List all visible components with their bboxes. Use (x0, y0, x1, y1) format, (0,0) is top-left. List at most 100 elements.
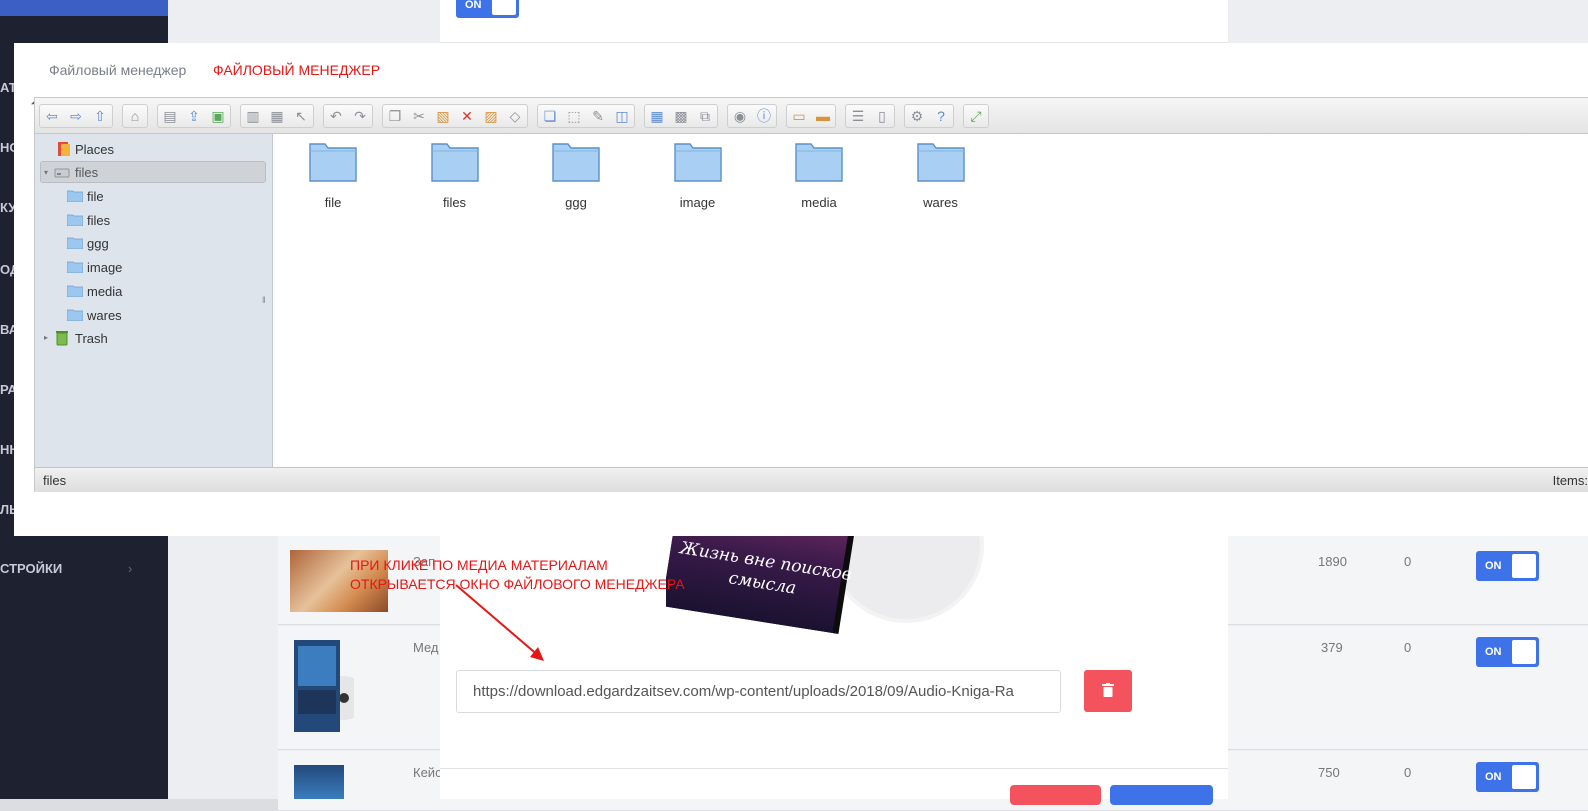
tab-file-manager[interactable]: Файловый менеджер (49, 62, 186, 78)
panel-splitter-handle[interactable]: ‖ (262, 295, 266, 305)
tree-item-folder[interactable]: ggg (35, 232, 273, 254)
folder-icon (673, 143, 722, 182)
tree-label: Places (75, 142, 115, 157)
product-price: 750 (1318, 765, 1340, 780)
preview-icon[interactable]: ◉ (728, 105, 752, 127)
tab-file-manager-active[interactable]: ФАЙЛОВЫЙ МЕНЕДЖЕР (213, 62, 380, 78)
sort-icon[interactable]: ▯ (870, 105, 894, 127)
info-icon[interactable]: ⓘ (752, 105, 776, 127)
status-path: files (43, 473, 67, 488)
tree-item-places[interactable]: Places (35, 138, 273, 160)
sidebar-item-settings[interactable]: СТРОЙКИ › (0, 561, 132, 576)
small-icons-icon[interactable]: ▩ (669, 105, 693, 127)
chevron-right-icon: › (128, 561, 133, 576)
product-title: Мед (413, 640, 439, 655)
toolbar-group: ⇦ ⇨ ⇧ (39, 104, 113, 128)
folder-item[interactable]: wares (901, 140, 981, 210)
folder-icon (67, 261, 83, 274)
trash-icon[interactable]: ▨ (479, 105, 503, 127)
select-all-icon[interactable]: ⬚ (562, 105, 586, 127)
modal-status-toggle[interactable]: ON (456, 0, 519, 18)
toolbar-group: ▭ ▬ (786, 104, 836, 128)
tree-label: image (87, 260, 123, 276)
undo-icon[interactable]: ↶ (324, 105, 348, 127)
upload-icon[interactable]: ⇪ (182, 105, 206, 127)
folder-icon (67, 214, 83, 226)
toolbar-group: ↶ ↷ (323, 104, 373, 128)
empty-icon[interactable]: ◇ (503, 105, 527, 127)
folder-icon (552, 143, 600, 182)
paste-icon[interactable]: ▧ (431, 105, 455, 127)
toggle-knob (492, 0, 516, 15)
extract-icon[interactable]: ▭ (787, 105, 811, 127)
tree-item-folder[interactable]: media (35, 280, 273, 302)
status-toggle[interactable]: ON (1476, 637, 1539, 667)
folder-name: ggg (565, 195, 587, 210)
folder-item[interactable]: files (415, 140, 495, 210)
help-icon[interactable]: ? (929, 105, 953, 127)
select-icon[interactable]: ↖ (289, 105, 313, 127)
toggle-label: ON (1485, 771, 1502, 783)
folder-icon (795, 143, 843, 182)
rename-icon[interactable]: ✎ (586, 105, 610, 127)
toolbar-group: ▦ ▩ ⧉ (644, 104, 718, 128)
save-button[interactable] (1110, 785, 1213, 805)
tree-item-folder[interactable]: files (35, 209, 273, 231)
duplicate-icon[interactable]: ❏ (538, 105, 562, 127)
getfile-icon[interactable]: ▥ (241, 105, 265, 127)
tree-item-trash[interactable]: ▸ Trash (35, 327, 273, 349)
forward-icon[interactable]: ⇨ (64, 105, 88, 127)
edit-icon[interactable]: ◫ (610, 105, 634, 127)
folder-icon (67, 285, 83, 297)
resize-icon[interactable]: ⧉ (693, 105, 717, 127)
annotation-line-1: ПРИ КЛИКЕ ПО МЕДИА МАТЕРИАЛАМ (350, 557, 608, 573)
status-toggle[interactable]: ON (1476, 551, 1539, 581)
download-icon[interactable]: ▣ (206, 105, 230, 127)
cancel-button[interactable] (1010, 785, 1101, 805)
media-url-value: https://download.edgardzaitsev.com/wp-co… (473, 683, 1014, 700)
folder-icon (67, 309, 83, 321)
icons-view-icon[interactable]: ▦ (645, 105, 669, 127)
toggle-label: ON (465, 0, 482, 11)
folder-item[interactable]: ggg (536, 140, 616, 210)
up-icon[interactable]: ⇧ (88, 105, 112, 127)
tree-item-folder[interactable]: image (35, 256, 273, 278)
folder-name: media (801, 195, 837, 210)
expanded-arrow-icon[interactable]: ▾ (44, 168, 48, 177)
trash-icon (56, 331, 68, 346)
save-icon[interactable]: ▦ (265, 105, 289, 127)
back-icon[interactable]: ⇦ (40, 105, 64, 127)
folder-item[interactable]: image (658, 140, 738, 210)
tree-item-root-files[interactable]: ▾ files (40, 161, 266, 183)
toolbar-group: ❐ ✂ ▧ ✕ ▨ ◇ (382, 104, 528, 128)
settings-icon[interactable]: ⚙ (905, 105, 929, 127)
home-icon[interactable]: ⌂ (123, 105, 147, 127)
places-icon (58, 142, 70, 156)
file-manager-tabs: Файловый менеджер ФАЙЛОВЫЙ МЕНЕДЖЕР (14, 43, 1588, 97)
open-icon[interactable]: ▤ (158, 105, 182, 127)
media-url-input[interactable]: https://download.edgardzaitsev.com/wp-co… (456, 670, 1061, 713)
list-view-icon[interactable]: ☰ (846, 105, 870, 127)
delete-icon[interactable]: ✕ (455, 105, 479, 127)
fullscreen-icon[interactable]: ⤢ (964, 105, 988, 127)
folder-item[interactable]: file (293, 140, 373, 210)
redo-icon[interactable]: ↷ (348, 105, 372, 127)
toolbar-group: ▤ ⇪ ▣ (157, 104, 231, 128)
archive-icon[interactable]: ▬ (811, 105, 835, 127)
collapsed-arrow-icon[interactable]: ▸ (44, 333, 48, 342)
divider (440, 768, 1228, 769)
toggle-knob (1512, 765, 1536, 789)
status-toggle[interactable]: ON (1476, 762, 1539, 792)
folder-name: image (679, 195, 716, 210)
tree-item-folder[interactable]: file (35, 185, 273, 207)
folder-item[interactable]: media (779, 140, 859, 210)
toolbar-group: ⌂ (122, 104, 148, 128)
media-cover-image[interactable]: Жизнь вне поисков смысла (666, 535, 1006, 640)
copy-icon[interactable]: ❐ (383, 105, 407, 127)
tree-item-folder[interactable]: wares (35, 304, 273, 326)
product-count: 0 (1404, 640, 1412, 655)
toolbar-group: ⚙? (904, 104, 954, 128)
navigation-tree: Places ▾ files file files ggg image media war… (35, 134, 273, 467)
cut-icon[interactable]: ✂ (407, 105, 431, 127)
delete-media-button[interactable] (1084, 670, 1132, 712)
